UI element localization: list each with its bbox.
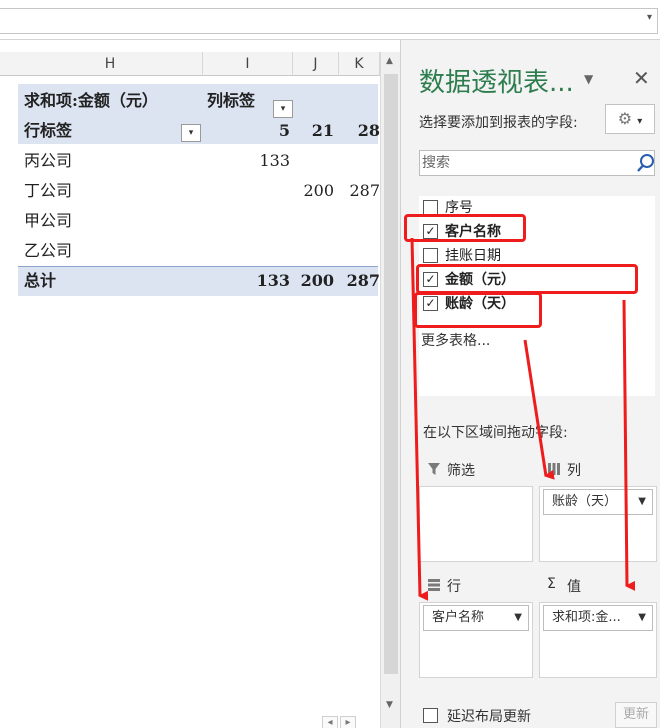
chevron-down-icon[interactable]: ▼ [638, 490, 646, 514]
pivot-value-header[interactable]: 求和项:金额（元） [24, 86, 158, 116]
column-header-i[interactable]: I [203, 52, 293, 76]
values-field-chip[interactable]: 求和项:金... ▼ [543, 605, 653, 631]
row-label-filter-button[interactable]: ▾ [181, 124, 201, 142]
spreadsheet: H I J K 求和项:金额（元） 列标签 ▾ 行标签 ▾ 5 21 28 丙公… [0, 40, 400, 728]
chevron-down-icon[interactable]: ▼ [638, 606, 646, 630]
drag-areas-label: 在以下区域间拖动字段: [423, 425, 568, 441]
column-header-j[interactable]: J [293, 52, 339, 76]
columns-area-title: 列 [567, 463, 581, 479]
sheet-nav-right-icon[interactable]: ▸ [340, 716, 356, 728]
pivot-cell[interactable]: 200 [293, 176, 334, 206]
update-button[interactable]: 更新 [615, 702, 657, 728]
filter-area-title: 筛选 [447, 463, 475, 479]
search-placeholder: 搜索 [422, 155, 450, 171]
pivot-column-label-header[interactable]: 列标签 [207, 86, 255, 116]
pivot-row-label[interactable]: 丁公司 [24, 176, 72, 206]
annotation-highlight-aging [414, 292, 542, 328]
close-icon[interactable]: ✕ [633, 66, 650, 90]
pivot-row-label[interactable]: 丙公司 [24, 146, 72, 176]
checkbox[interactable] [423, 708, 438, 723]
panel-title: 数据透视表... [419, 68, 574, 98]
pivot-col-value[interactable]: 21 [293, 116, 334, 146]
rows-area-title: 行 [447, 579, 461, 595]
filter-area[interactable] [419, 486, 533, 562]
scroll-thumb[interactable] [384, 74, 398, 674]
sigma-icon: Σ [547, 576, 556, 592]
chevron-down-icon[interactable]: ▼ [514, 606, 522, 630]
chip-label: 求和项:金... [552, 610, 621, 625]
rows-field-chip[interactable]: 客户名称 ▼ [423, 605, 529, 631]
pivot-cell[interactable]: 133 [203, 146, 290, 176]
pivot-field-panel: 数据透视表... ▼ ✕ 选择要添加到报表的字段: ⚙ ▾ 搜索 序号 ✓ 客户… [400, 40, 660, 728]
chevron-down-icon: ▾ [637, 116, 643, 127]
column-header-k[interactable]: K [339, 52, 380, 76]
chevron-down-icon[interactable]: ▼ [584, 72, 593, 86]
columns-field-chip[interactable]: 账龄（天） ▼ [543, 489, 653, 515]
scroll-down-icon[interactable]: ▼ [386, 700, 393, 710]
vertical-scrollbar[interactable]: ▲ ▼ [380, 52, 400, 728]
columns-area[interactable]: 账龄（天） ▼ [539, 486, 657, 562]
scroll-up-icon[interactable]: ▲ [386, 56, 393, 66]
sheet-nav-left-icon[interactable]: ◂ [322, 716, 338, 728]
chip-label: 账龄（天） [552, 494, 618, 509]
formula-input[interactable] [0, 8, 658, 34]
pivot-col-value[interactable]: 28 [339, 116, 380, 146]
gear-icon: ⚙ [617, 109, 633, 128]
formula-bar[interactable]: ▾ [0, 0, 660, 40]
more-tables-link[interactable]: 更多表格... [421, 330, 490, 350]
pivot-total-cell[interactable]: 200 [293, 266, 334, 296]
pivot-row-label-header[interactable]: 行标签 [24, 116, 72, 146]
checkbox[interactable] [423, 248, 438, 263]
field-search-input[interactable]: 搜索 [419, 150, 655, 176]
pivot-total-label[interactable]: 总计 [24, 266, 56, 296]
pivot-row-label[interactable]: 甲公司 [24, 206, 72, 236]
columns-icon [548, 463, 560, 475]
pivot-total-cell[interactable]: 287 [339, 266, 380, 296]
values-area-title: 值 [567, 579, 581, 595]
pivot-total-cell[interactable]: 133 [203, 266, 290, 296]
filter-icon [428, 463, 440, 475]
column-header-h[interactable]: H [18, 52, 203, 76]
search-icon[interactable] [636, 152, 656, 174]
pivot-cell[interactable]: 287 [339, 176, 380, 206]
panel-subtitle: 选择要添加到报表的字段: [419, 115, 578, 131]
chip-label: 客户名称 [432, 610, 485, 625]
sheet-nav-buttons: ◂ ▸ [320, 716, 356, 728]
checkbox[interactable] [423, 200, 438, 215]
values-area[interactable]: 求和项:金... ▼ [539, 602, 657, 678]
annotation-highlight-customer [404, 214, 526, 242]
annotation-highlight-amount [416, 264, 638, 294]
pivot-col-value[interactable]: 5 [203, 116, 290, 146]
pivot-row-label[interactable]: 乙公司 [24, 236, 72, 266]
tools-button[interactable]: ⚙ ▾ [605, 104, 655, 134]
chevron-down-icon[interactable]: ▾ [647, 12, 652, 23]
rows-area[interactable]: 客户名称 ▼ [419, 602, 533, 678]
rows-icon [428, 579, 440, 591]
